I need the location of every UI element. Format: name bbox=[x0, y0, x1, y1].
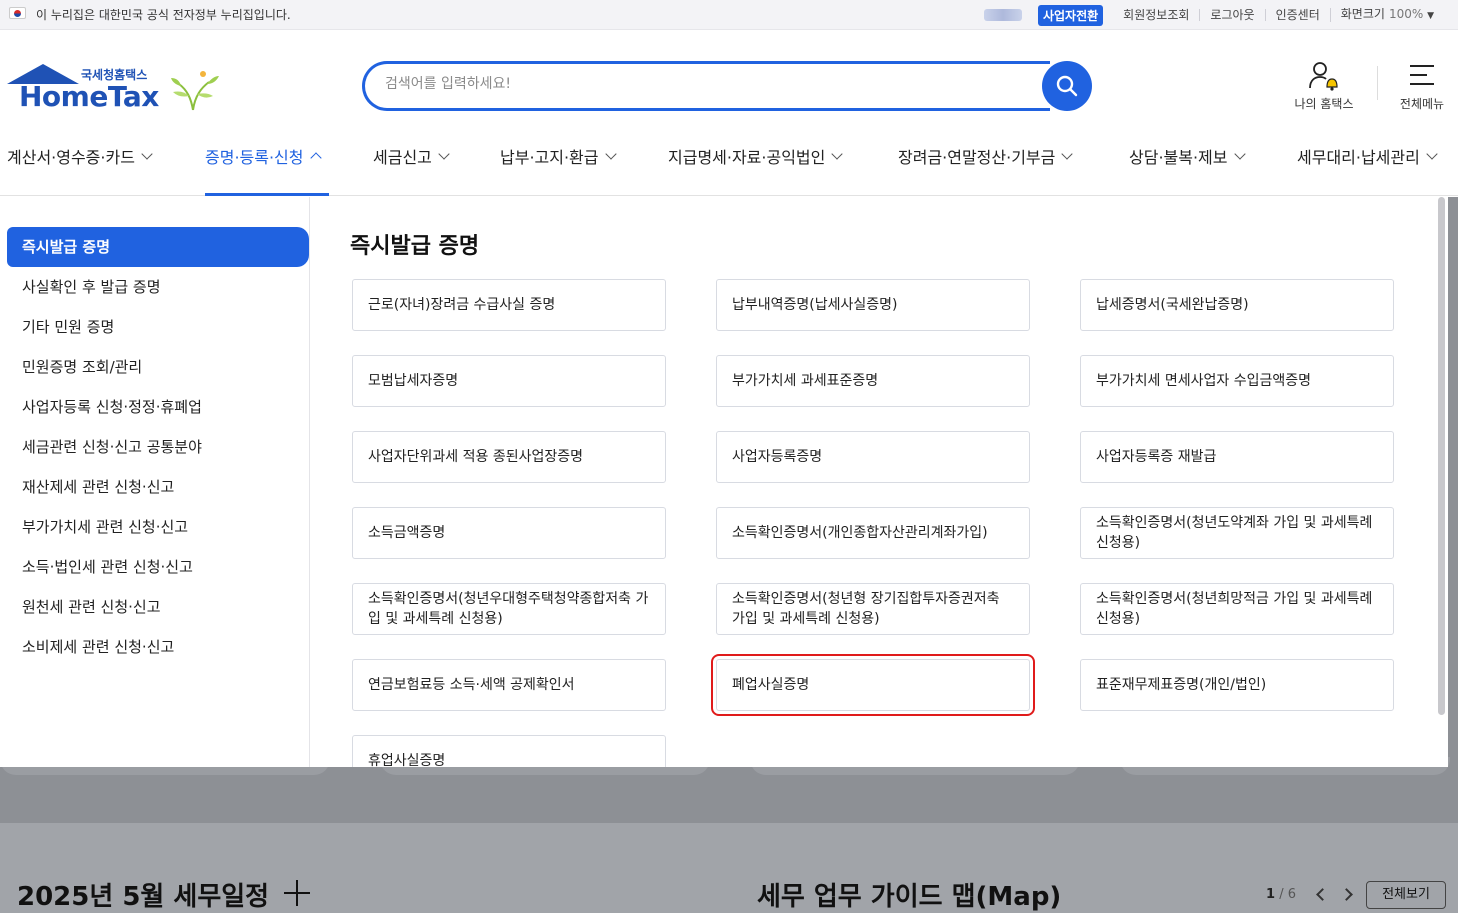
gnb-tax-filing[interactable]: 세금신고 bbox=[373, 144, 450, 168]
cert-link[interactable]: 소득확인증명서(개인종합자산관리계좌가입) bbox=[716, 507, 1030, 559]
search-box bbox=[362, 61, 1050, 111]
chevron-down-icon bbox=[438, 148, 450, 160]
gnb-label: 세무대리·납세관리 bbox=[1297, 148, 1420, 167]
zoom-label: 화면크기 bbox=[1340, 7, 1385, 21]
gnb-label: 장려금·연말정산·기부금 bbox=[898, 148, 1056, 167]
cert-link-closure-highlighted[interactable]: 폐업사실증명 bbox=[711, 654, 1035, 716]
cert-link[interactable]: 표준재무제표증명(개인/법인) bbox=[1080, 659, 1394, 711]
chevron-down-icon bbox=[1061, 148, 1074, 160]
gov-banner-text: 이 누리집은 대한민국 공식 전자정부 누리집입니다. bbox=[36, 8, 291, 22]
gov-banner: 이 누리집은 대한민국 공식 전자정부 누리집입니다. 사업자전환 회원정보조회… bbox=[0, 0, 1458, 30]
tax-schedule-title: 2025년 5월 세무일정 bbox=[17, 882, 270, 912]
logo-title: HomeTax bbox=[19, 80, 159, 113]
side-menu-item[interactable]: 기타 민원 증명 bbox=[22, 316, 114, 337]
cert-link[interactable]: 부가가치세 과세표준증명 bbox=[716, 355, 1030, 407]
chevron-down-icon bbox=[604, 148, 617, 160]
gnb-label: 납부·고지·환급 bbox=[500, 148, 599, 167]
gnb-payment-refund[interactable]: 납부·고지·환급 bbox=[500, 144, 617, 168]
pager-current: 1 bbox=[1266, 887, 1276, 902]
plus-icon[interactable] bbox=[284, 880, 310, 906]
logout-link[interactable]: 로그아웃 bbox=[1199, 9, 1264, 21]
mega-menu-panel: 즉시발급 증명 사실확인 후 발급 증명 기타 민원 증명 민원증명 조회/관리… bbox=[0, 197, 1448, 767]
side-menu-item[interactable]: 재산제세 관련 신청·신고 bbox=[22, 476, 174, 497]
side-menu-item[interactable]: 세금관련 신청·신고 공통분야 bbox=[22, 436, 202, 457]
all-menu-button[interactable]: 전체메뉴 bbox=[1392, 58, 1452, 112]
chevron-up-icon bbox=[309, 152, 322, 164]
cert-link[interactable]: 모범납세자증명 bbox=[352, 355, 666, 407]
gnb-invoice-receipt-card[interactable]: 계산서·영수증·카드 bbox=[7, 144, 153, 168]
side-menu-item[interactable]: 사업자등록 신청·정정·휴폐업 bbox=[22, 396, 202, 417]
gnb-payment-statements[interactable]: 지급명세·자료·공익법인 bbox=[668, 144, 844, 168]
cert-link[interactable]: 소득확인증명서(청년도약계좌 가입 및 과세특례 신청용) bbox=[1080, 507, 1394, 559]
search-icon bbox=[1056, 75, 1078, 97]
cert-link[interactable]: 연금보험료등 소득·세액 공제확인서 bbox=[352, 659, 666, 711]
search-button[interactable] bbox=[1042, 61, 1092, 111]
gnb-tax-agent[interactable]: 세무대리·납세관리 bbox=[1297, 144, 1438, 168]
gnb-label: 지급명세·자료·공익법인 bbox=[668, 148, 826, 167]
side-menu-item[interactable]: 부가가치세 관련 신청·신고 bbox=[22, 516, 188, 537]
panel-scrollbar[interactable] bbox=[1438, 197, 1445, 715]
gnb-incentives-yearend[interactable]: 장려금·연말정산·기부금 bbox=[898, 144, 1074, 168]
cert-link[interactable]: 소득금액증명 bbox=[352, 507, 666, 559]
korea-flag-icon bbox=[9, 7, 26, 19]
chevron-down-icon bbox=[141, 148, 153, 160]
my-hometax-button[interactable]: 나의 홈택스 bbox=[1284, 58, 1364, 112]
cert-link[interactable]: 부가가치세 면세사업자 수입금액증명 bbox=[1080, 355, 1394, 407]
side-menu: 즉시발급 증명 사실확인 후 발급 증명 기타 민원 증명 민원증명 조회/관리… bbox=[0, 197, 310, 767]
gnb-certificate-registration[interactable]: 증명·등록·신청 bbox=[205, 144, 322, 168]
cert-link[interactable]: 사업자등록증 재발급 bbox=[1080, 431, 1394, 483]
chevron-down-icon bbox=[831, 148, 844, 160]
guide-map-title: 세무 업무 가이드 맵(Map) bbox=[757, 882, 1062, 912]
pager: 1 / 6 bbox=[1266, 887, 1296, 902]
search-input[interactable] bbox=[385, 76, 985, 92]
gnb-label: 계산서·영수증·카드 bbox=[7, 148, 135, 167]
active-tab-indicator bbox=[205, 193, 329, 196]
cert-link[interactable]: 소득확인증명서(청년우대형주택청약종합저축 가입 및 과세특례 신청용) bbox=[352, 583, 666, 635]
zoom-value: 100% bbox=[1388, 7, 1424, 21]
view-all-button[interactable]: 전체보기 bbox=[1366, 881, 1446, 909]
hometax-logo[interactable]: 국세청홈택스 HomeTax bbox=[7, 62, 222, 114]
side-menu-item[interactable]: 소비제세 관련 신청·신고 bbox=[22, 636, 174, 657]
pager-total: 6 bbox=[1287, 887, 1296, 902]
side-menu-item[interactable]: 민원증명 조회/관리 bbox=[22, 356, 142, 377]
chevron-down-icon bbox=[1233, 148, 1246, 160]
masked-user-name bbox=[983, 9, 1022, 21]
side-menu-active-label: 즉시발급 증명 bbox=[22, 238, 111, 256]
cert-link[interactable]: 근로(자녀)장려금 수급사실 증명 bbox=[352, 279, 666, 331]
cert-link[interactable]: 소득확인증명서(청년희망적금 가입 및 과세특례 신청용) bbox=[1080, 583, 1394, 635]
cert-link[interactable]: 휴업사실증명 bbox=[352, 735, 666, 767]
my-hometax-label: 나의 홈택스 bbox=[1294, 97, 1354, 111]
cert-link[interactable]: 소득확인증명서(청년형 장기집합투자증권저축 가입 및 과세특례 신청용) bbox=[716, 583, 1030, 635]
chevron-down-icon: ▼ bbox=[1427, 11, 1434, 21]
gnb-label: 상담·불복·제보 bbox=[1129, 148, 1228, 167]
chevron-down-icon bbox=[1426, 148, 1438, 160]
side-menu-item[interactable]: 소득·법인세 관련 신청·신고 bbox=[22, 556, 193, 577]
cert-link[interactable]: 납세증명서(국세완납증명) bbox=[1080, 279, 1394, 331]
gnb-label: 증명·등록·신청 bbox=[205, 148, 304, 167]
side-menu-item[interactable]: 사실확인 후 발급 증명 bbox=[22, 276, 161, 297]
hamburger-menu-icon bbox=[1410, 65, 1434, 85]
global-nav: 계산서·영수증·카드 증명·등록·신청 세금신고 납부·고지·환급 지급명세·자… bbox=[0, 130, 1458, 196]
zoom-control[interactable]: 화면크기 100% ▼ bbox=[1329, 7, 1444, 22]
section-title: 즉시발급 증명 bbox=[350, 234, 480, 259]
business-switch-button[interactable]: 사업자전환 bbox=[1037, 4, 1104, 26]
side-menu-item[interactable]: 원천세 관련 신청·신고 bbox=[22, 596, 161, 617]
gov-utility-links: 사업자전환 회원정보조회 로그아웃 인증센터 화면크기 100% ▼ bbox=[983, 4, 1444, 26]
all-menu-label: 전체메뉴 bbox=[1399, 97, 1445, 111]
cert-center-link[interactable]: 인증센터 bbox=[1264, 9, 1330, 21]
gnb-consult-appeal[interactable]: 상담·불복·제보 bbox=[1129, 144, 1246, 168]
gnb-label: 세금신고 bbox=[373, 148, 432, 167]
member-info-link[interactable]: 회원정보조회 bbox=[1113, 9, 1199, 21]
cert-link[interactable]: 납부내역증명(납세사실증명) bbox=[716, 279, 1030, 331]
user-bell-icon bbox=[1309, 62, 1338, 91]
plant-icon bbox=[171, 71, 219, 111]
cert-link[interactable]: 사업자등록증명 bbox=[716, 431, 1030, 483]
cert-link[interactable]: 사업자단위과세 적용 종된사업장증명 bbox=[352, 431, 666, 483]
divider bbox=[1377, 66, 1378, 100]
